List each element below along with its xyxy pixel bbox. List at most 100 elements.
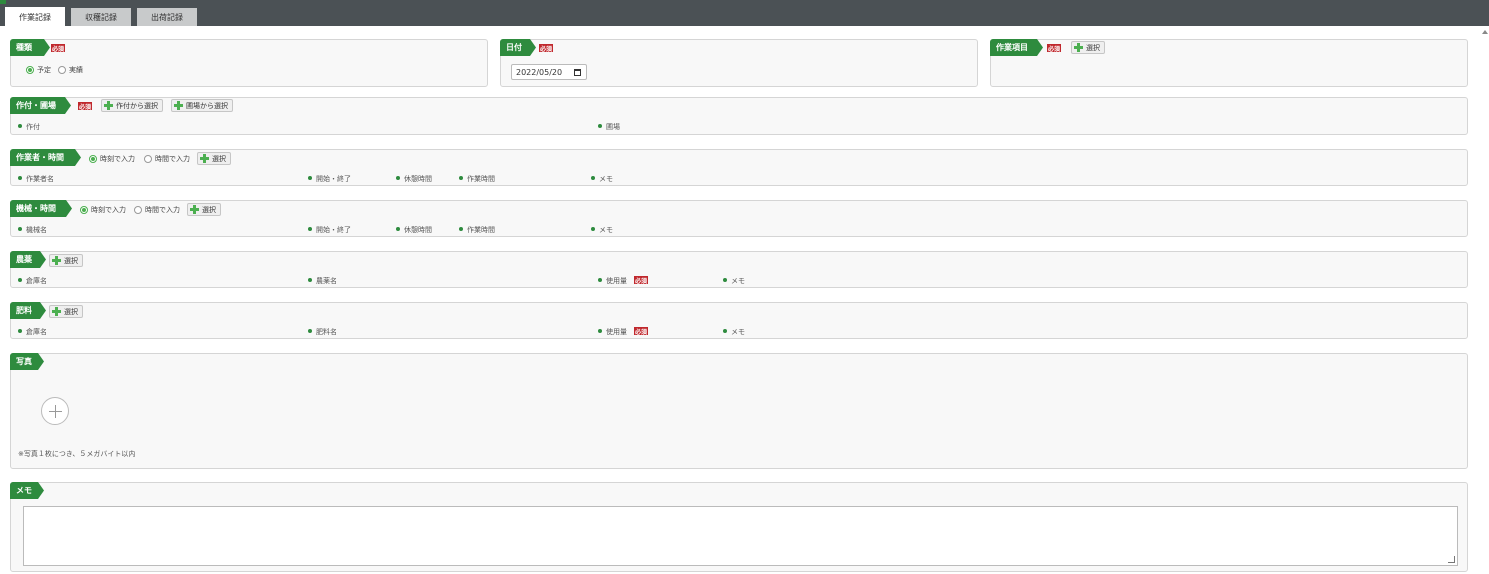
- column-pesticide-name: 農薬名: [308, 276, 337, 286]
- plus-icon: [190, 205, 199, 214]
- type-radio-planned[interactable]: 予定: [26, 65, 51, 75]
- button-label: 選択: [202, 205, 216, 214]
- type-radio-actual[interactable]: 実績: [58, 65, 83, 75]
- crop-field-heading: 作付・圃場: [10, 97, 71, 114]
- work-item-select-button[interactable]: 選択: [1071, 41, 1105, 54]
- radio-label: 時刻で入力: [100, 155, 135, 163]
- machine-radio-clock[interactable]: 時刻で入力: [80, 205, 126, 215]
- column-memo: メモ: [591, 174, 613, 184]
- button-label: 作付から選択: [116, 101, 158, 110]
- required-badge: 必須: [634, 276, 648, 285]
- required-badge: 必須: [634, 327, 648, 336]
- column-crop: 作付: [18, 122, 40, 132]
- type-panel: 種類 必須 予定 実績: [10, 39, 488, 87]
- column-field: 圃場: [598, 122, 620, 132]
- memo-panel: メモ: [10, 482, 1468, 572]
- work-record-form: 種類 必須 予定 実績 日付 必須 2022/05/20 作業項目 必須 選択 …: [0, 26, 1480, 574]
- tab-harvest-record[interactable]: 収穫記録: [71, 8, 131, 26]
- machine-time-panel: 機械・時間 時刻で入力 時間で入力 選択 機械名 開始・終了 休憩時間 作業時間…: [10, 200, 1468, 237]
- machine-time-heading: 機械・時間: [10, 200, 72, 217]
- column-amount: 使用量: [598, 327, 627, 337]
- column-start-end: 開始・終了: [308, 174, 351, 184]
- machine-select-button[interactable]: 選択: [187, 203, 221, 216]
- date-panel: 日付 必須 2022/05/20: [500, 39, 978, 87]
- photo-panel: 写真 ※写真１枚につき、５メガバイト以内: [10, 353, 1468, 469]
- worker-time-heading: 作業者・時間: [10, 149, 81, 166]
- worker-radio-duration[interactable]: 時間で入力: [144, 154, 190, 164]
- radio-selected-icon: [80, 206, 88, 214]
- radio-unselected-icon: [58, 66, 66, 74]
- work-item-panel: 作業項目 必須 選択: [990, 39, 1468, 87]
- memo-textarea[interactable]: [23, 506, 1458, 566]
- brand-corner-mark: [0, 0, 6, 4]
- pesticide-select-button[interactable]: 選択: [49, 254, 83, 267]
- worker-time-panel: 作業者・時間 時刻で入力 時間で入力 選択 作業者名 開始・終了 休憩時間 作業…: [10, 149, 1468, 186]
- pesticide-heading: 農薬: [10, 251, 46, 268]
- type-heading: 種類: [10, 39, 50, 56]
- work-item-heading: 作業項目: [990, 39, 1043, 56]
- required-badge: 必須: [539, 44, 553, 53]
- radio-label: 時間で入力: [155, 155, 190, 163]
- plus-icon: [200, 154, 209, 163]
- tab-shipping-record[interactable]: 出荷記録: [137, 8, 197, 26]
- column-break-time: 休憩時間: [396, 174, 432, 184]
- memo-heading: メモ: [10, 482, 44, 499]
- fertilizer-select-button[interactable]: 選択: [49, 305, 83, 318]
- tab-work-record[interactable]: 作業記録: [5, 7, 65, 27]
- date-value: 2022/05/20: [516, 67, 563, 77]
- button-label: 選択: [64, 256, 78, 265]
- plus-icon: [104, 101, 113, 110]
- required-badge: 必須: [78, 102, 92, 111]
- button-label: 選択: [212, 154, 226, 163]
- radio-label: 実績: [69, 66, 83, 74]
- radio-selected-icon: [89, 155, 97, 163]
- worker-radio-clock[interactable]: 時刻で入力: [89, 154, 135, 164]
- photo-heading: 写真: [10, 353, 44, 370]
- machine-radio-duration[interactable]: 時間で入力: [134, 205, 180, 215]
- column-fertilizer-name: 肥料名: [308, 327, 337, 337]
- required-badge: 必須: [1047, 44, 1061, 53]
- button-label: 選択: [64, 307, 78, 316]
- photo-size-note: ※写真１枚につき、５メガバイト以内: [18, 450, 136, 458]
- worker-select-button[interactable]: 選択: [197, 152, 231, 165]
- column-amount: 使用量: [598, 276, 627, 286]
- column-warehouse: 倉庫名: [18, 327, 47, 337]
- button-label: 選択: [1086, 43, 1100, 52]
- column-start-end: 開始・終了: [308, 225, 351, 235]
- plus-icon: [174, 101, 183, 110]
- fertilizer-heading: 肥料: [10, 302, 46, 319]
- radio-label: 予定: [37, 66, 51, 74]
- pesticide-panel: 農薬 選択 倉庫名 農薬名 使用量 必須 メモ: [10, 251, 1468, 288]
- column-memo: メモ: [591, 225, 613, 235]
- button-label: 圃場から選択: [186, 101, 228, 110]
- column-memo: メモ: [723, 276, 745, 286]
- column-work-time: 作業時間: [459, 225, 495, 235]
- radio-unselected-icon: [134, 206, 142, 214]
- radio-label: 時間で入力: [145, 206, 180, 214]
- top-tab-bar: 作業記録 収穫記録 出荷記録: [0, 0, 1489, 27]
- vertical-scrollbar[interactable]: [1480, 26, 1489, 574]
- date-input[interactable]: 2022/05/20: [511, 64, 587, 80]
- select-from-crop-button[interactable]: 作付から選択: [101, 99, 163, 112]
- fertilizer-panel: 肥料 選択 倉庫名 肥料名 使用量 必須 メモ: [10, 302, 1468, 339]
- plus-icon: [52, 307, 61, 316]
- calendar-icon[interactable]: [574, 69, 581, 76]
- radio-label: 時刻で入力: [91, 206, 126, 214]
- column-work-time: 作業時間: [459, 174, 495, 184]
- crop-field-panel: 作付・圃場 必須 作付から選択 圃場から選択 作付 圃場: [10, 97, 1468, 135]
- plus-icon: [52, 256, 61, 265]
- date-heading: 日付: [500, 39, 536, 56]
- column-machine-name: 機械名: [18, 225, 47, 235]
- select-from-field-button[interactable]: 圃場から選択: [171, 99, 233, 112]
- scroll-up-arrow-icon[interactable]: [1482, 30, 1488, 34]
- column-memo: メモ: [723, 327, 745, 337]
- radio-unselected-icon: [144, 155, 152, 163]
- resize-handle-icon[interactable]: [1448, 556, 1455, 563]
- add-photo-plus-icon[interactable]: [41, 397, 69, 425]
- plus-icon: [1074, 43, 1083, 52]
- radio-selected-icon: [26, 66, 34, 74]
- column-warehouse: 倉庫名: [18, 276, 47, 286]
- column-worker-name: 作業者名: [18, 174, 54, 184]
- column-break-time: 休憩時間: [396, 225, 432, 235]
- required-badge: 必須: [51, 44, 65, 53]
